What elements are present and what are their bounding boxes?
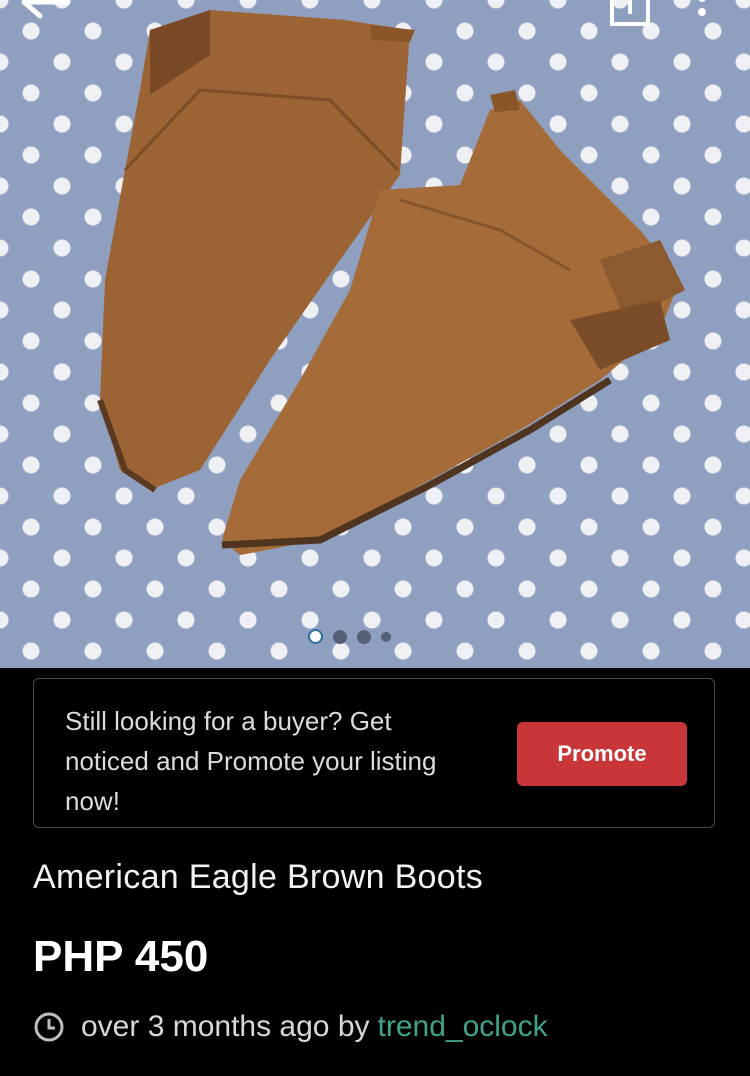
seller-link[interactable]: trend_oclock [378, 1010, 548, 1044]
share-button[interactable] [608, 0, 652, 28]
share-icon [610, 0, 650, 26]
gallery-pagination [308, 629, 391, 644]
promote-button[interactable]: Promote [517, 722, 687, 786]
pagination-dot[interactable] [381, 631, 391, 642]
listing-meta: over 3 months ago by trend_oclock [33, 1010, 548, 1044]
clock-icon [34, 1012, 64, 1042]
pagination-dot-active[interactable] [308, 629, 323, 644]
more-vertical-icon [698, 0, 706, 16]
listing-title: American Eagle Brown Boots [33, 858, 484, 896]
back-button[interactable] [20, 0, 76, 24]
pagination-dot[interactable] [333, 629, 347, 644]
arrow-left-icon [21, 0, 71, 19]
posted-time: over 3 months ago by [81, 1010, 370, 1043]
pagination-dot[interactable] [357, 629, 371, 644]
promote-message: Still looking for a buyer? Get noticed a… [65, 706, 437, 816]
promote-banner: Still looking for a buyer? Get noticed a… [33, 678, 715, 828]
listing-price: PHP 450 [33, 932, 209, 981]
more-options-button[interactable] [690, 0, 714, 24]
boots-image [97, 10, 685, 555]
listing-photo[interactable] [0, 0, 750, 668]
